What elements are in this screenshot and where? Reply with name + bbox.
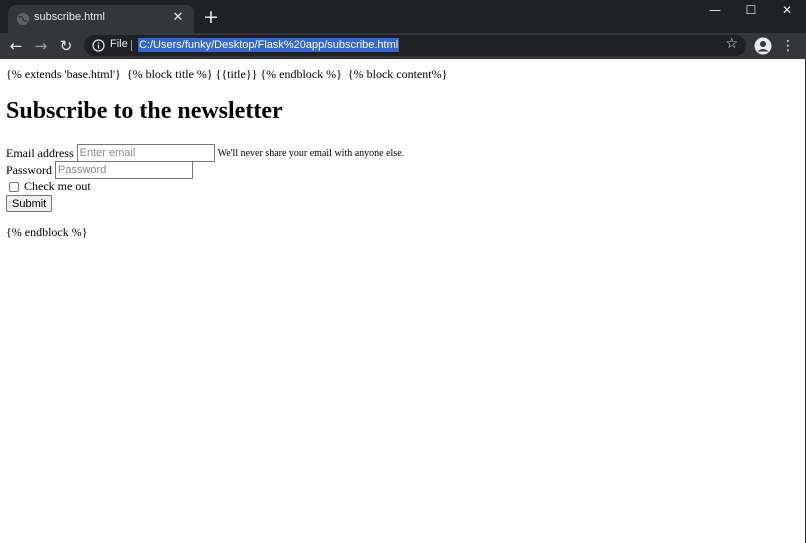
globe-icon (17, 13, 29, 25)
password-field[interactable] (55, 161, 194, 179)
email-label: Email address (6, 145, 74, 160)
menu-icon[interactable]: ⋮ (781, 36, 795, 56)
check-me-out-checkbox[interactable] (9, 181, 19, 192)
forward-button[interactable]: → (31, 36, 51, 56)
checkbox-row: Check me out (6, 179, 91, 194)
page-content: {% extends 'base.html'} {% block title %… (0, 59, 806, 543)
browser-tab[interactable]: subscribe.html ✕ (8, 5, 194, 33)
password-label: Password (6, 162, 53, 177)
email-field[interactable] (76, 144, 215, 162)
omnibox-divider (131, 40, 132, 51)
tab-title: subscribe.html (34, 11, 105, 23)
email-row: Email address We'll never share your ema… (6, 144, 404, 162)
tab-close-icon[interactable]: ✕ (170, 10, 186, 26)
profile-icon[interactable] (754, 37, 772, 55)
minimize-button[interactable]: — (697, 0, 733, 20)
info-icon[interactable] (92, 39, 105, 52)
submit-button[interactable]: Submit (6, 195, 53, 212)
address-bar[interactable]: File C:/Users/funky/Desktop/Flask%20app/… (84, 35, 746, 56)
back-button[interactable]: ← (6, 36, 26, 56)
close-window-button[interactable]: ✕ (769, 0, 805, 20)
new-tab-button[interactable]: + (201, 7, 221, 27)
email-help-text: We'll never share your email with anyone… (217, 147, 405, 159)
maximize-button[interactable]: ☐ (733, 0, 769, 20)
checkbox-label[interactable]: Check me out (24, 179, 91, 194)
password-row: Password (6, 161, 194, 179)
url-text[interactable]: C:/Users/funky/Desktop/Flask%20app/subsc… (138, 38, 400, 52)
template-footer-text: {% endblock %} (6, 225, 88, 239)
browser-titlebar: subscribe.html ✕ + — ☐ ✕ (0, 0, 806, 33)
browser-toolbar: ← → ↻ File C:/Users/funky/Desktop/Flask%… (0, 33, 806, 59)
reload-button[interactable]: ↻ (56, 36, 76, 56)
template-header-text: {% extends 'base.html'} {% block title %… (6, 67, 448, 81)
star-icon[interactable]: ☆ (725, 36, 738, 52)
page-heading: Subscribe to the newsletter (6, 98, 283, 124)
site-label: File (110, 38, 128, 50)
